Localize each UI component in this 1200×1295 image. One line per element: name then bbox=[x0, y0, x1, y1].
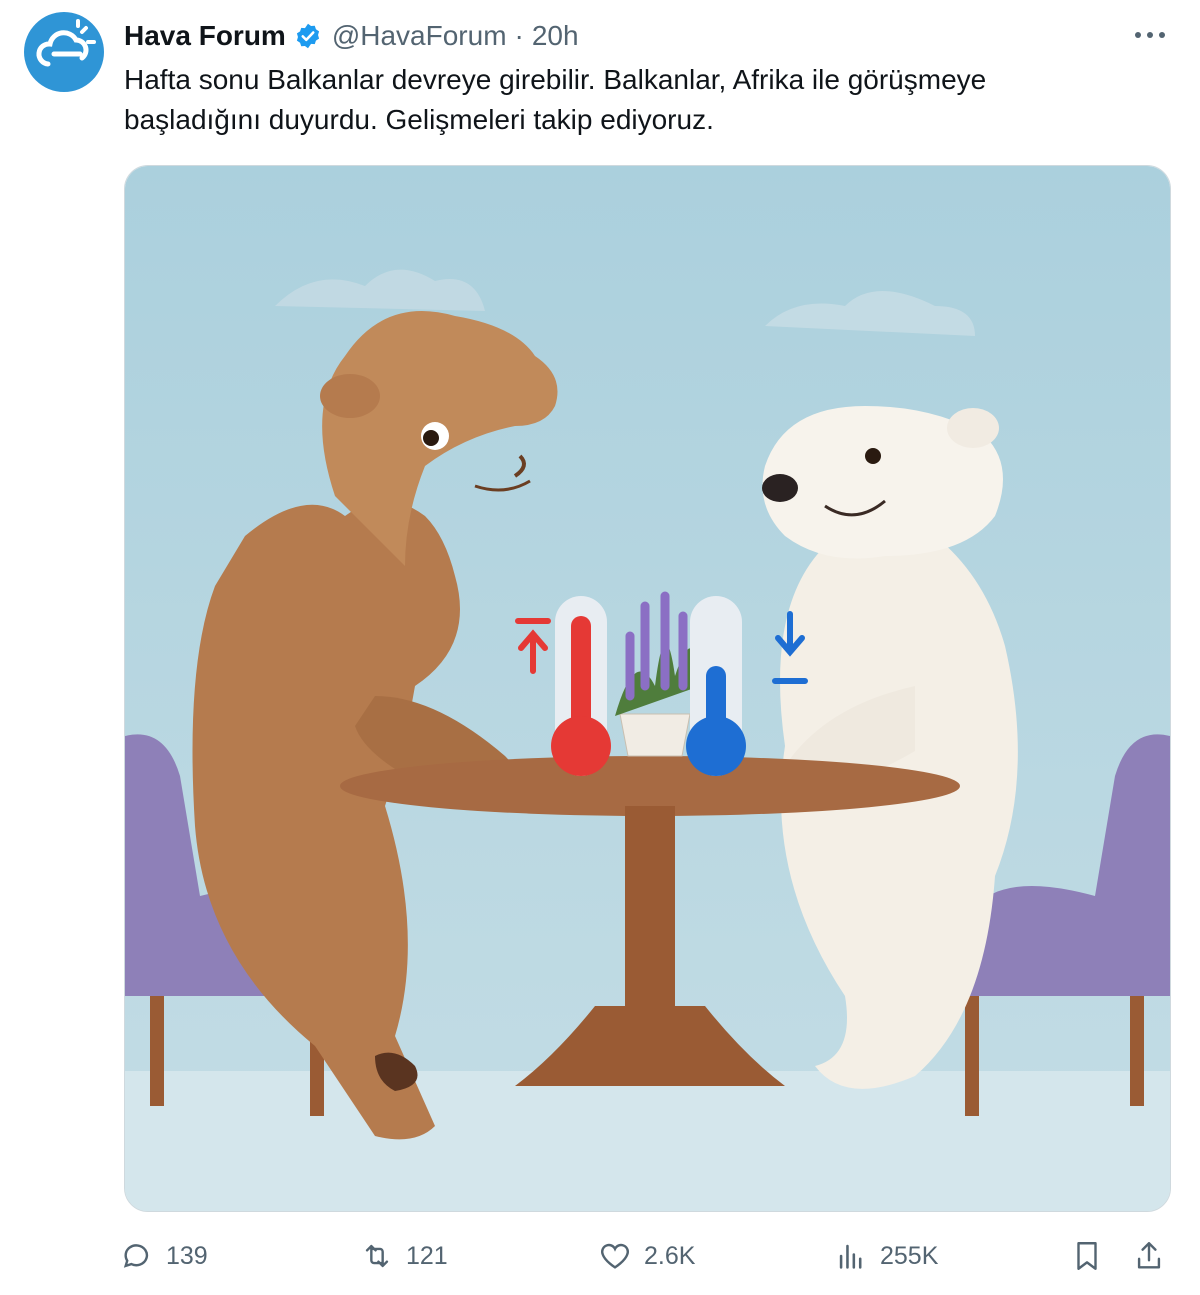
tweet-image[interactable] bbox=[124, 165, 1171, 1212]
views-button[interactable]: 255K bbox=[834, 1234, 938, 1278]
retweet-icon bbox=[365, 1244, 389, 1268]
views-count: 255K bbox=[880, 1241, 939, 1270]
like-button[interactable]: 2.6K bbox=[598, 1234, 695, 1278]
cloud-sun-logo-icon bbox=[36, 19, 96, 67]
retweet-count: 121 bbox=[406, 1241, 448, 1270]
avatar[interactable] bbox=[24, 12, 104, 92]
tweet-time[interactable]: 20h bbox=[532, 20, 579, 52]
reply-count: 139 bbox=[166, 1241, 208, 1270]
author-name[interactable]: Hava Forum bbox=[124, 20, 286, 52]
bookmark-button[interactable] bbox=[1070, 1234, 1116, 1278]
retweet-button[interactable]: 121 bbox=[360, 1234, 448, 1278]
reply-button[interactable]: 139 bbox=[120, 1234, 208, 1278]
reply-icon bbox=[123, 1244, 149, 1268]
tweet-header: Hava Forum @HavaForum · 20h bbox=[124, 16, 579, 56]
tweet-actions: 139 121 2.6K 255K bbox=[120, 1234, 1170, 1278]
author-handle[interactable]: @HavaForum bbox=[332, 20, 507, 52]
more-options-icon[interactable] bbox=[1130, 20, 1170, 50]
camel-polar-bear-illustration bbox=[125, 166, 1170, 1211]
views-bar-chart-icon bbox=[839, 1244, 862, 1269]
share-button[interactable] bbox=[1132, 1234, 1178, 1278]
heart-icon bbox=[601, 1243, 629, 1269]
separator-dot: · bbox=[514, 20, 524, 51]
bookmark-icon bbox=[1077, 1242, 1097, 1270]
verified-badge-icon bbox=[296, 23, 319, 49]
tweet-text: Hafta sonu Balkanlar devreye girebilir. … bbox=[124, 64, 987, 135]
share-icon bbox=[1137, 1242, 1161, 1269]
like-count: 2.6K bbox=[644, 1241, 696, 1270]
